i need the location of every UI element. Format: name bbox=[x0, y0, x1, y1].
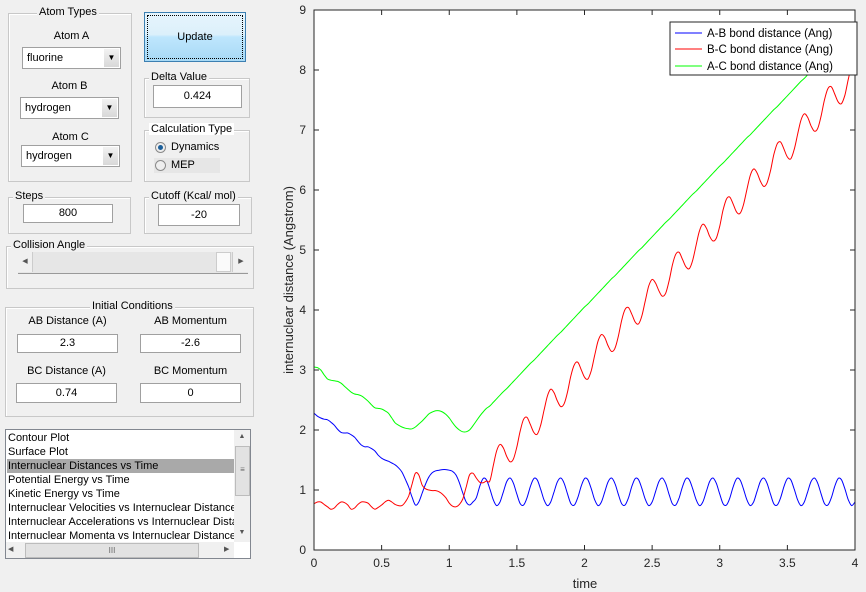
x-tick-label: 2 bbox=[581, 556, 588, 570]
y-tick-label: 5 bbox=[299, 243, 306, 257]
x-tick-label: 1.5 bbox=[509, 556, 526, 570]
x-tick-label: 0.5 bbox=[373, 556, 390, 570]
distance-chart: 0 0.5 1 1.5 2 2.5 3 3.5 4 0 1 2 3 4 5 6 7 8 9 time internu… bbox=[281, 3, 859, 591]
legend-ac: A-C bond distance (Ang) bbox=[707, 61, 833, 73]
x-axis-label: time bbox=[573, 576, 598, 591]
y-tick-label: 0 bbox=[299, 543, 306, 557]
plot-area bbox=[314, 10, 855, 550]
y-tick-label: 8 bbox=[299, 63, 306, 77]
legend: A-B bond distance (Ang) B-C bond distanc… bbox=[669, 21, 858, 76]
x-tick-label: 2.5 bbox=[644, 556, 661, 570]
y-tick-label: 2 bbox=[299, 423, 306, 437]
y-tick-label: 9 bbox=[299, 3, 306, 17]
x-tick-label: 3.5 bbox=[779, 556, 796, 570]
y-tick-label: 1 bbox=[299, 483, 306, 497]
y-tick-label: 7 bbox=[299, 123, 306, 137]
legend-ab: A-B bond distance (Ang) bbox=[707, 28, 832, 40]
y-tick-label: 3 bbox=[299, 363, 306, 377]
legend-bc: B-C bond distance (Ang) bbox=[707, 44, 833, 56]
y-tick-label: 6 bbox=[299, 183, 306, 197]
x-tick-label: 4 bbox=[852, 556, 859, 570]
y-axis-label: internuclear distance (Angstrom) bbox=[281, 186, 296, 374]
x-tick-label: 3 bbox=[716, 556, 723, 570]
x-tick-label: 1 bbox=[446, 556, 453, 570]
y-tick-label: 4 bbox=[299, 303, 306, 317]
x-tick-label: 0 bbox=[311, 556, 318, 570]
